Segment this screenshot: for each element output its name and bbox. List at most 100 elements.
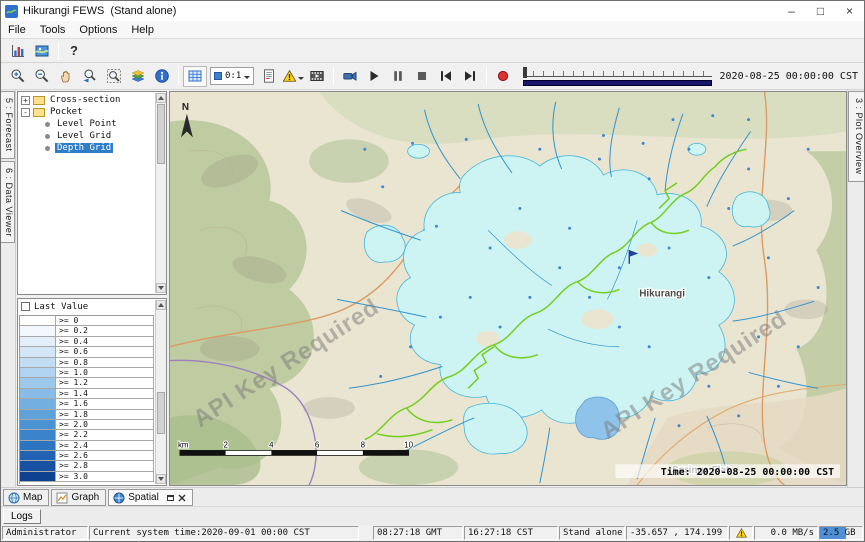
restore-tab-icon[interactable]	[167, 495, 174, 501]
legend-label: >= 0.4	[56, 337, 88, 346]
map-time-label: Time: 2020-08-25 00:00:00 CST	[615, 464, 840, 478]
zoom-in-button[interactable]	[6, 66, 30, 87]
legend-row: >= 0	[20, 316, 154, 326]
minimize-button[interactable]: –	[777, 1, 806, 21]
close-tab-icon[interactable]	[178, 494, 186, 502]
warning-icon	[282, 68, 297, 84]
close-button[interactable]: ×	[835, 1, 864, 21]
legend-label: >= 2.8	[56, 461, 88, 470]
legend-label: >= 2.0	[56, 420, 88, 429]
svg-text:2: 2	[223, 441, 227, 450]
scroll-down-icon[interactable]	[156, 283, 166, 293]
play-button[interactable]	[362, 66, 386, 87]
info-button[interactable]	[150, 66, 174, 87]
toolbar-separator	[486, 67, 487, 85]
legend-row: >= 1.4	[20, 389, 154, 399]
zoom-previous-button[interactable]	[78, 66, 102, 87]
warning-icon	[735, 527, 748, 539]
toolbar-separator	[58, 42, 59, 60]
spatial-display-button[interactable]	[30, 40, 54, 61]
zoom-out-button[interactable]	[30, 66, 54, 87]
map-graphics: API Key Required API Key Required Hikura…	[170, 92, 846, 485]
legend-row: >= 1.2	[20, 378, 154, 388]
class-combo[interactable]: 0:1	[210, 67, 254, 85]
legend-swatch	[20, 430, 56, 439]
legend-label: >= 2.4	[56, 441, 88, 450]
layer-tree: +Cross-section -Pocket Level Point Level…	[19, 94, 154, 293]
status-gmt-time: 08:27:18 GMT	[373, 526, 463, 540]
scrollbar-thumb[interactable]	[157, 392, 165, 434]
legend-swatch	[20, 441, 56, 450]
movie-player-button[interactable]	[338, 66, 362, 87]
pause-button[interactable]	[386, 66, 410, 87]
warnings-dropdown-button[interactable]	[281, 66, 305, 87]
last-frame-button[interactable]	[458, 66, 482, 87]
zoom-out-icon	[34, 68, 50, 84]
legend-swatch	[20, 461, 56, 470]
tree-item[interactable]: Depth Grid	[19, 142, 154, 154]
menu-item[interactable]: Help	[124, 22, 161, 38]
stop-button[interactable]	[410, 66, 434, 87]
legend-row: >= 0.4	[20, 337, 154, 347]
pause-icon	[390, 68, 406, 84]
timeseries-display-button[interactable]	[6, 40, 30, 61]
record-movie-button[interactable]	[491, 66, 515, 87]
status-user: Administrator	[2, 526, 88, 540]
tab-spatial[interactable]: Spatial	[108, 489, 193, 506]
menu-item[interactable]: File	[1, 22, 33, 38]
legend-row: >= 2.4	[20, 441, 154, 451]
legend-row: >= 2.8	[20, 461, 154, 471]
menu-item[interactable]: Options	[72, 22, 124, 38]
svg-text:8: 8	[361, 441, 366, 450]
svg-text:10: 10	[404, 441, 413, 450]
tree-item[interactable]: Level Point	[19, 118, 154, 130]
legend-label: >= 0	[56, 316, 78, 325]
toolbar-separator	[333, 67, 334, 85]
time-slider[interactable]	[523, 67, 711, 88]
last-value-checkbox[interactable]	[21, 302, 30, 311]
legend-label: >= 1.0	[56, 368, 88, 377]
legend-row: >= 1.8	[20, 410, 154, 420]
layers-button[interactable]	[126, 66, 150, 87]
status-bar: Administrator Current system time:2020-0…	[1, 525, 864, 541]
tree-node-icon	[45, 122, 50, 127]
maximize-button[interactable]: □	[806, 1, 835, 21]
zoom-extent-icon	[106, 68, 122, 84]
tree-item[interactable]: +Cross-section	[19, 94, 154, 106]
scroll-down-icon[interactable]	[156, 474, 166, 484]
tree-expander[interactable]: -	[21, 108, 30, 117]
tree-item[interactable]: -Pocket	[19, 106, 154, 118]
sidebar-tab-data-viewer[interactable]: 6 : Data Viewer	[1, 161, 15, 244]
tab-plot-overview[interactable]: 3 : Plot Overview	[848, 91, 864, 182]
report-button[interactable]	[257, 66, 281, 87]
time-slider-handle[interactable]	[523, 67, 527, 78]
tree-scrollbar[interactable]	[155, 93, 166, 293]
grid-display-button[interactable]	[183, 66, 207, 87]
status-warning[interactable]	[729, 526, 753, 540]
tab-map[interactable]: Map	[3, 489, 49, 506]
scroll-up-icon[interactable]	[156, 300, 166, 310]
map-canvas[interactable]: API Key Required API Key Required Hikura…	[169, 91, 847, 486]
export-movie-button[interactable]	[305, 66, 329, 87]
legend-label: >= 0.8	[56, 358, 88, 367]
scrollbar-thumb[interactable]	[157, 104, 165, 164]
svg-text:Time: 2020-08-25 00:00:00 CST: Time: 2020-08-25 00:00:00 CST	[661, 466, 834, 478]
tree-item-label: Level Point	[55, 119, 119, 129]
scroll-up-icon[interactable]	[156, 93, 166, 103]
sidebar-tab-forecast[interactable]: 5 : Forecast	[1, 91, 15, 159]
tree-item[interactable]: Level Grid	[19, 130, 154, 142]
help-button[interactable]: ?	[63, 40, 85, 61]
pan-button[interactable]	[54, 66, 78, 87]
grid-icon	[187, 68, 203, 84]
legend-swatch	[20, 326, 56, 335]
menu-item[interactable]: Tools	[33, 22, 73, 38]
tree-expander[interactable]: +	[21, 96, 30, 105]
legend-label: >= 3.0	[56, 472, 88, 481]
first-frame-button[interactable]	[434, 66, 458, 87]
logs-button[interactable]: Logs	[3, 509, 41, 524]
zoom-extent-button[interactable]	[102, 66, 126, 87]
legend-scrollbar[interactable]	[155, 300, 166, 484]
film-icon	[309, 68, 325, 84]
tab-graph[interactable]: Graph	[51, 489, 106, 506]
tree-item-label: Level Grid	[55, 131, 113, 141]
